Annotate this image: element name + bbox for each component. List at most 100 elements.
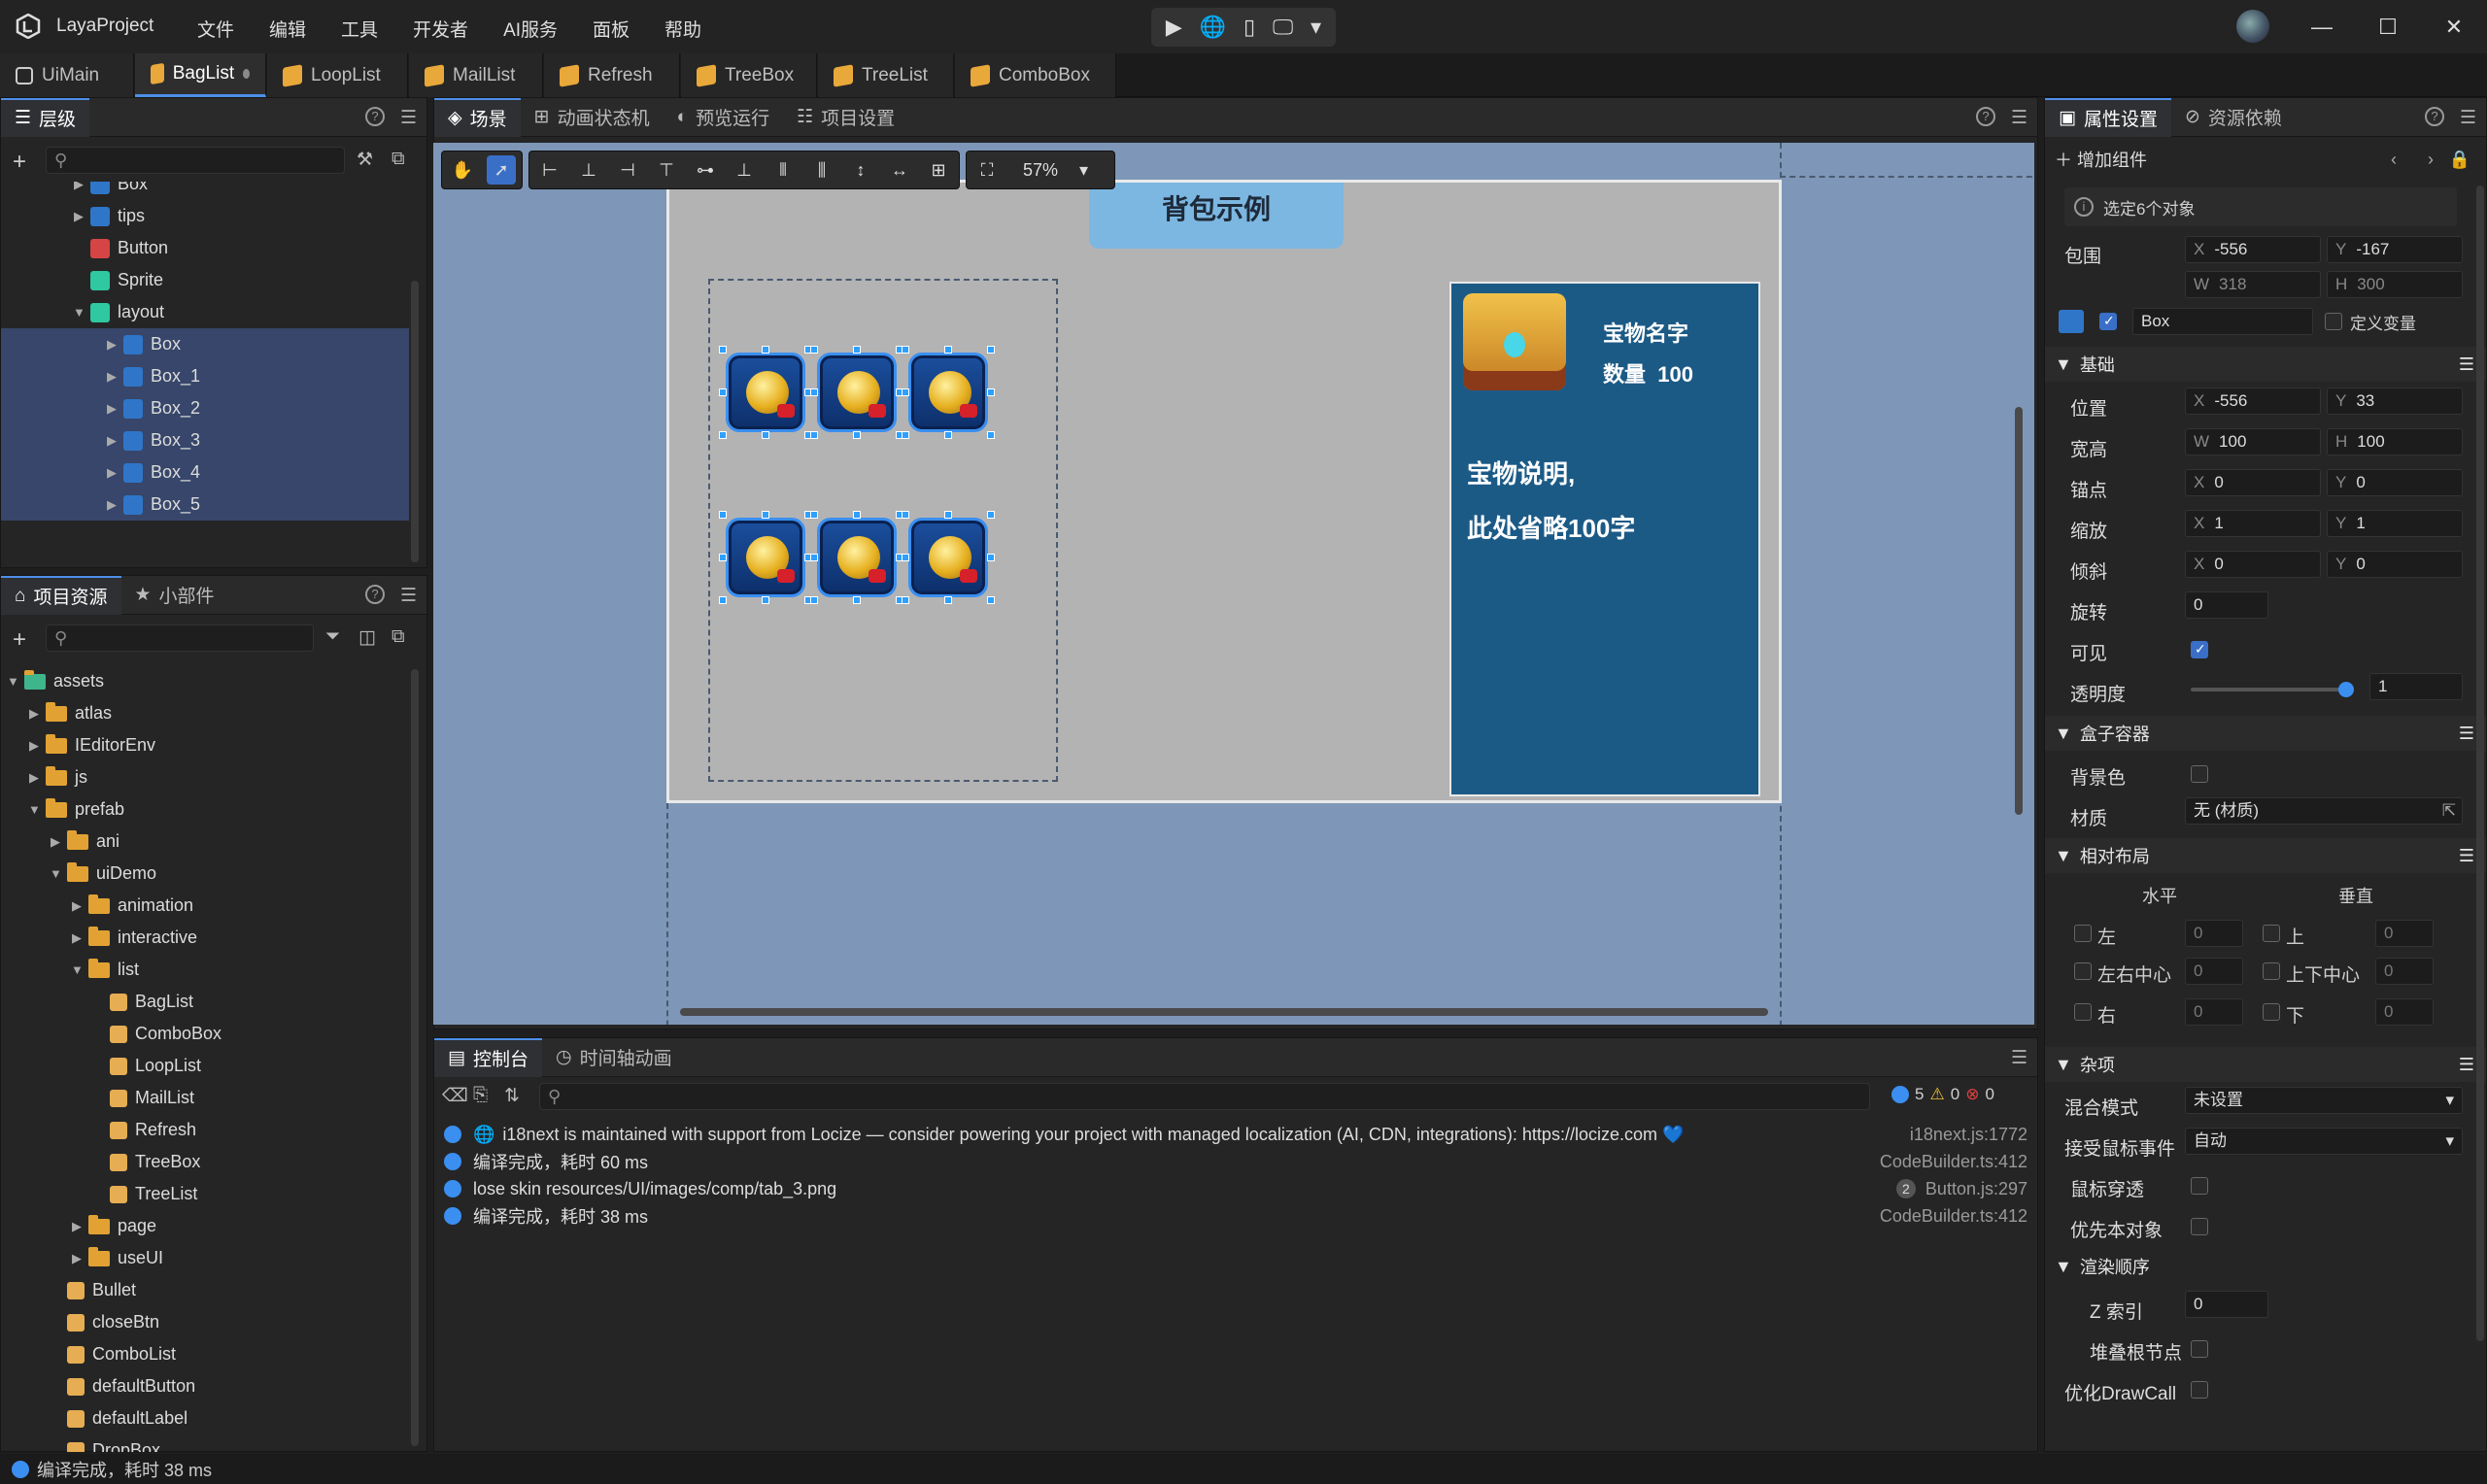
align-left-icon[interactable]: ⊢ <box>535 155 564 185</box>
position-y[interactable]: Y 33 <box>2327 388 2463 415</box>
asset-folder[interactable]: ▼ uiDemo <box>1 858 409 890</box>
drawcall-checkbox[interactable] <box>2191 1381 2208 1399</box>
mobile-icon[interactable]: ▯ <box>1244 15 1255 40</box>
bgcolor-checkbox[interactable] <box>2191 765 2208 783</box>
resize-handle[interactable] <box>902 554 909 561</box>
anchor-x[interactable]: X0 <box>2185 469 2321 496</box>
section-render-order[interactable]: ▼ 渲染顺序 <box>2045 1249 2486 1284</box>
size-w[interactable]: W 100 <box>2185 428 2321 455</box>
resize-handle[interactable] <box>762 511 769 519</box>
canvas-hscroll[interactable] <box>680 1008 1768 1016</box>
resize-handle[interactable] <box>762 431 769 439</box>
asset-folder[interactable]: ▶ interactive <box>1 922 409 954</box>
tab-preview[interactable]: ◐ 预览运行 <box>664 98 784 137</box>
back-icon[interactable]: ‹ <box>2391 150 2397 170</box>
chevron-right-icon[interactable]: ▶ <box>106 369 118 385</box>
hierarchy-node[interactable]: ▶ Box <box>1 182 409 200</box>
tab-console[interactable]: ▤ 控制台 <box>434 1037 542 1077</box>
position-x[interactable]: X -556 <box>2185 388 2321 415</box>
close-button[interactable]: ✕ <box>2421 15 2487 40</box>
scene-canvas[interactable]: 背包示例 宝物名字 数量 100 宝物说明, 此处省略100字 <box>433 143 2034 1025</box>
minimize-button[interactable]: — <box>2289 15 2355 40</box>
hierarchy-scrollbar[interactable] <box>411 281 419 562</box>
collapse-log-icon[interactable]: ⇅ <box>504 1085 520 1107</box>
resize-handle[interactable] <box>987 511 995 519</box>
assets-scrollbar[interactable] <box>411 669 419 1446</box>
right-checkbox[interactable] <box>2074 1003 2092 1021</box>
resize-handle[interactable] <box>853 346 861 354</box>
chevron-right-icon[interactable]: ▶ <box>71 1251 83 1266</box>
asset-folder[interactable]: ▶ js <box>1 761 409 793</box>
warning-icon[interactable]: ⚠ <box>1929 1085 1944 1104</box>
define-var-checkbox[interactable] <box>2325 313 2342 330</box>
stack-root-checkbox[interactable] <box>2191 1340 2208 1358</box>
bottom-input[interactable]: 0 <box>2375 998 2434 1026</box>
chevron-right-icon[interactable]: ▶ <box>106 401 118 417</box>
asset-file[interactable]: TreeBox <box>1 1146 409 1178</box>
same-width-icon[interactable]: ↔ <box>885 155 914 185</box>
info-count-icon[interactable] <box>1891 1086 1909 1103</box>
alpha-input[interactable]: 1 <box>2369 673 2463 700</box>
resize-handle[interactable] <box>719 554 727 561</box>
resize-handle[interactable] <box>902 346 909 354</box>
clear-icon[interactable]: ⌫ <box>442 1085 468 1107</box>
web-icon[interactable]: 🌐 <box>1200 15 1226 40</box>
chevron-right-icon[interactable]: ▶ <box>50 834 61 850</box>
resize-handle[interactable] <box>853 431 861 439</box>
add-asset-icon[interactable]: + <box>13 626 26 654</box>
section-menu-icon[interactable]: ☰ <box>2459 1055 2474 1075</box>
align-right-icon[interactable]: ⊣ <box>613 155 642 185</box>
log-line[interactable]: 🌐 i18next is maintained with support from… <box>444 1121 2027 1148</box>
tab-timeline[interactable]: ◷ 时间轴动画 <box>542 1038 686 1077</box>
asset-folder[interactable]: ▶ ani <box>1 826 409 858</box>
left-checkbox[interactable] <box>2074 925 2092 942</box>
error-icon[interactable]: ⊗ <box>1965 1085 1979 1104</box>
skew-y[interactable]: Y0 <box>2327 551 2463 578</box>
asset-file[interactable]: TreeList <box>1 1178 409 1210</box>
help-icon[interactable]: ? <box>2424 107 2444 126</box>
resize-handle[interactable] <box>902 596 909 604</box>
align-vcenter-icon[interactable]: ⊶ <box>691 155 720 185</box>
select-tool-icon[interactable]: ➚ <box>487 155 516 185</box>
add-component-button[interactable]: ＋ 增加组件 <box>2055 147 2147 172</box>
menu-ai[interactable]: AI服务 <box>486 16 575 42</box>
section-relative-layout[interactable]: ▼ 相对布局 ☰ <box>2045 838 2486 873</box>
tab-hierarchy[interactable]: ☰ 层级 <box>1 97 90 137</box>
panel-menu-icon[interactable]: ☰ <box>400 585 417 607</box>
asset-file[interactable]: defaultLabel <box>1 1402 409 1434</box>
resize-handle[interactable] <box>762 346 769 354</box>
visible-checkbox[interactable] <box>2191 641 2208 658</box>
resize-handle[interactable] <box>944 596 952 604</box>
rotation-input[interactable]: 0 <box>2185 591 2268 619</box>
menu-developer[interactable]: 开发者 <box>395 16 486 42</box>
resize-handle[interactable] <box>810 346 818 354</box>
chevron-down-icon[interactable]: ▼ <box>7 674 19 689</box>
asset-file[interactable]: closeBtn <box>1 1306 409 1338</box>
resize-handle[interactable] <box>719 388 727 396</box>
asset-file[interactable]: defaultButton <box>1 1370 409 1402</box>
lock-icon[interactable]: 🔒 <box>2449 150 2470 170</box>
asset-folder[interactable]: ▶ page <box>1 1210 409 1242</box>
resize-handle[interactable] <box>853 511 861 519</box>
asset-file[interactable]: ComboBox <box>1 1018 409 1050</box>
scale-y[interactable]: Y1 <box>2327 510 2463 537</box>
play-icon[interactable]: ▶ <box>1166 15 1182 40</box>
tab-dependencies[interactable]: ⊘ 资源依赖 <box>2171 98 2296 137</box>
chevron-down-icon[interactable]: ▼ <box>50 866 62 881</box>
hierarchy-node[interactable]: Sprite <box>1 264 409 296</box>
canvas-vscroll[interactable] <box>2015 407 2023 815</box>
resize-handle[interactable] <box>987 346 995 354</box>
menu-file[interactable]: 文件 <box>180 16 252 42</box>
tab-combobox[interactable]: ComboBox <box>955 53 1116 97</box>
resize-handle[interactable] <box>719 596 727 604</box>
chevron-right-icon[interactable]: ▶ <box>28 770 40 786</box>
resize-handle[interactable] <box>810 554 818 561</box>
top-checkbox[interactable] <box>2263 925 2280 942</box>
chevron-down-icon[interactable]: ▼ <box>28 802 41 817</box>
filter-icon[interactable]: ⏷ <box>325 626 340 648</box>
log-source[interactable]: i18next.js:1772 <box>1910 1125 2027 1145</box>
hierarchy-node[interactable]: Button <box>1 232 409 264</box>
hierarchy-node[interactable]: ▶ Box <box>1 328 409 360</box>
tab-properties[interactable]: ▣ 属性设置 <box>2045 97 2171 137</box>
active-checkbox[interactable] <box>2099 313 2117 330</box>
